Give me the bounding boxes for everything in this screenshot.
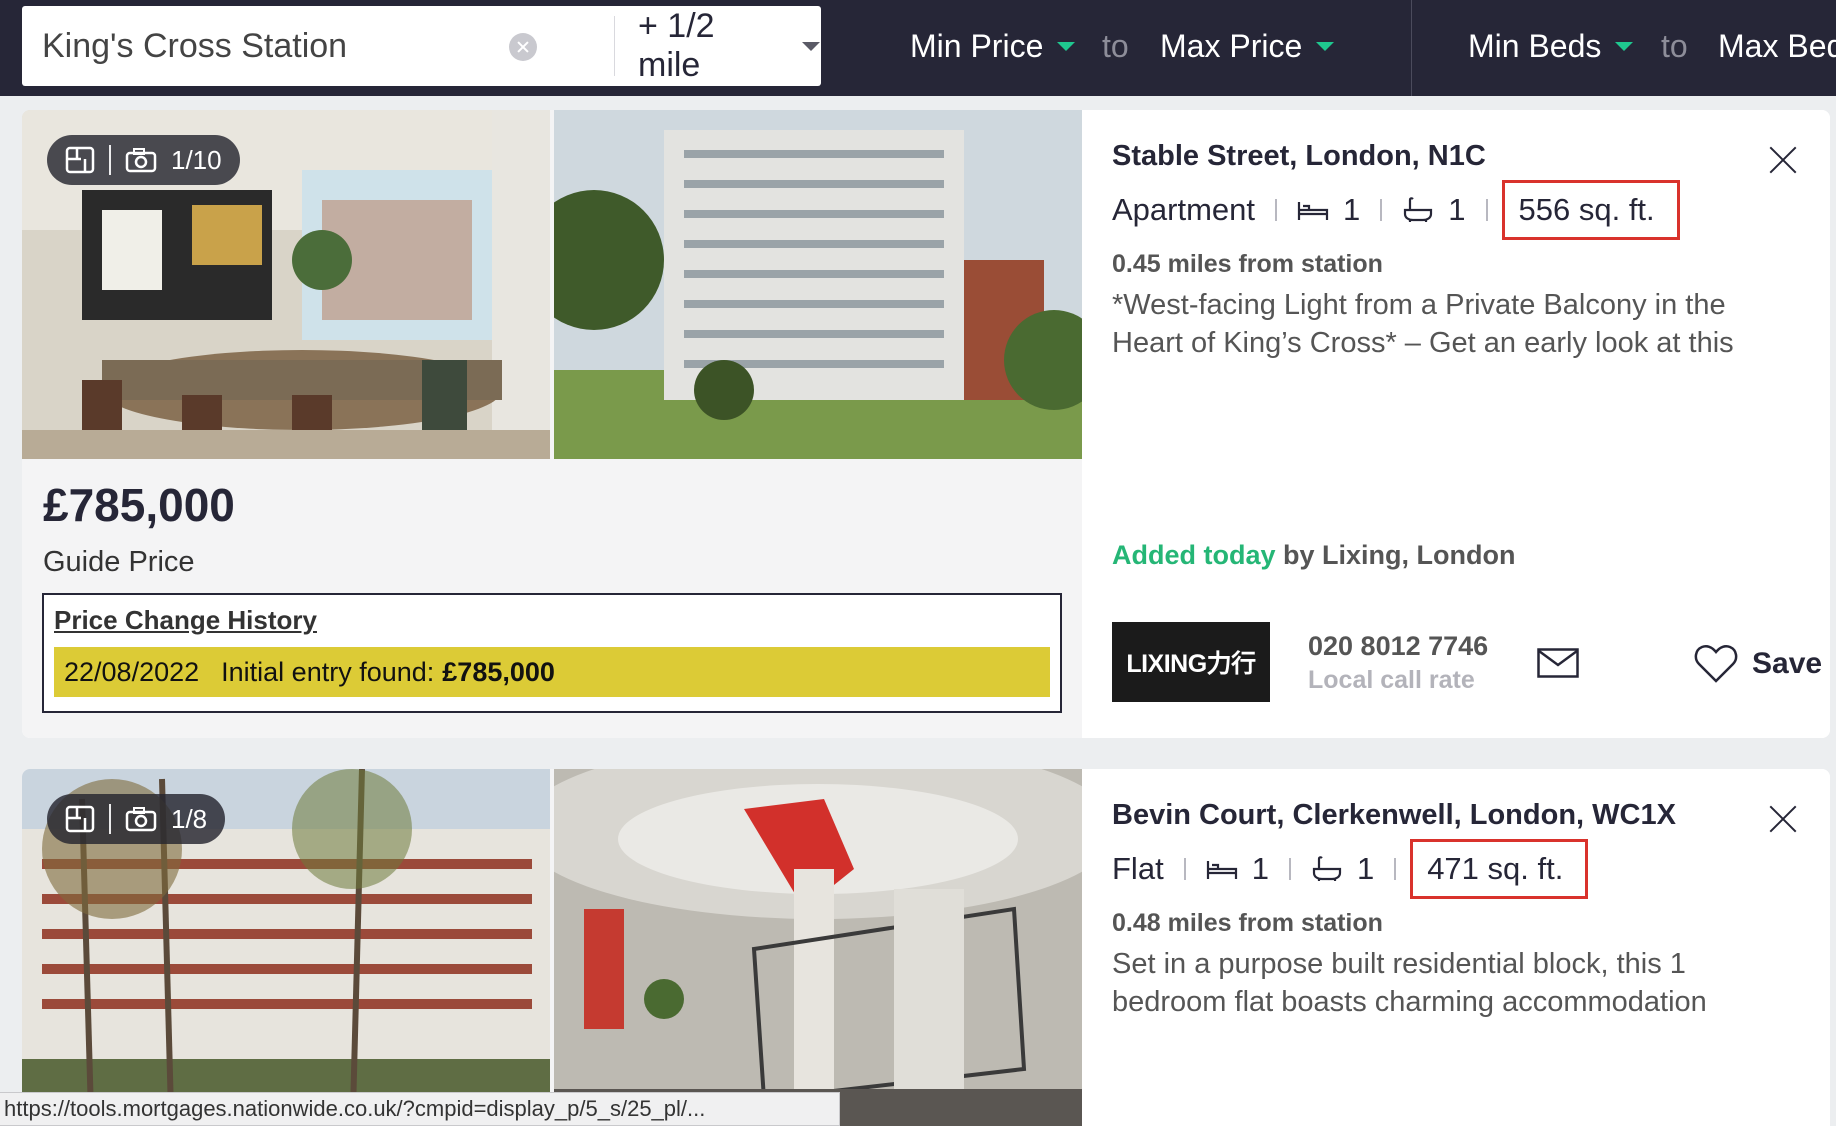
media-badge[interactable]: 1/8 <box>47 794 226 844</box>
radius-select[interactable]: + 1/2 mile <box>620 6 820 86</box>
spec-separator <box>1394 858 1397 880</box>
listing-specs: Apartment 1 1 556 sq. ft. <box>1112 180 1680 240</box>
heart-icon <box>1694 644 1738 683</box>
spec-separator <box>1288 858 1291 880</box>
listing-media-column: 1/10 £785,000 Guide Price Price Change H… <box>22 110 1082 738</box>
max-price-dropdown[interactable]: Max Price <box>1160 24 1335 68</box>
bedroom-count: 1 <box>1251 851 1269 886</box>
distance-from-station: 0.45 miles from station <box>1112 250 1383 278</box>
save-button[interactable]: Save <box>1694 644 1822 684</box>
price-history-row: 22/08/2022 Initial entry found: £785,000 <box>54 647 1050 697</box>
price-history-date: 22/08/2022 <box>64 656 200 687</box>
beds-to-label: to <box>1661 27 1688 64</box>
radius-value: + 1/2 mile <box>638 7 715 84</box>
bathroom-count: 1 <box>1356 851 1375 886</box>
min-price-label: Min Price <box>910 27 1044 64</box>
max-price-label: Max Price <box>1160 27 1303 64</box>
browser-status-url: https://tools.mortgages.nationwide.co.uk… <box>0 1092 840 1126</box>
badge-separator <box>109 145 111 175</box>
mail-icon[interactable] <box>1537 648 1579 678</box>
listing-summary: Set in a purpose built residential block… <box>1112 948 1707 1018</box>
listing-details: Bevin Court, Clerkenwell, London, WC1X F… <box>1082 769 1830 1126</box>
close-icon[interactable] <box>1765 142 1801 178</box>
camera-icon <box>125 807 157 832</box>
property-type: Apartment <box>1112 192 1256 227</box>
floorplan-icon <box>65 805 95 833</box>
min-beds-label: Min Beds <box>1468 27 1602 64</box>
price-history-event: Initial entry found: <box>221 656 435 687</box>
listing-card[interactable]: 1/8 Bevin Court, Clerkenwell, London, WC… <box>22 769 1830 1126</box>
distance-from-station: 0.48 miles from station <box>1112 909 1383 937</box>
bedroom-count: 1 <box>1343 192 1361 227</box>
listing-price: £785,000 <box>43 479 235 531</box>
agent-phone[interactable]: 020 8012 7746 <box>1308 631 1488 662</box>
bath-icon <box>1311 855 1343 883</box>
price-history-title[interactable]: Price Change History <box>54 605 317 636</box>
listing-card[interactable]: 1/10 £785,000 Guide Price Price Change H… <box>22 110 1830 738</box>
listing-photo-exterior[interactable] <box>554 110 1082 459</box>
bathroom-count: 1 <box>1448 192 1466 227</box>
price-qualifier: Guide Price <box>43 546 195 578</box>
search-box: + 1/2 mile <box>22 6 821 86</box>
close-icon[interactable] <box>1765 801 1801 837</box>
agent-name: by Lixing, London <box>1283 540 1516 570</box>
bed-icon <box>1206 855 1238 883</box>
listing-specs: Flat 1 1 471 sq. ft. <box>1112 839 1589 899</box>
chevron-down-icon <box>1316 41 1335 51</box>
listing-photo-interior[interactable] <box>554 769 1082 1126</box>
spec-separator <box>1380 199 1383 221</box>
chevron-down-icon <box>802 41 820 51</box>
listing-photo-interior[interactable]: 1/10 <box>22 110 550 459</box>
listing-summary: *West-facing Light from a Private Balcon… <box>1112 289 1734 359</box>
listing-address[interactable]: Stable Street, London, N1C <box>1112 140 1486 173</box>
price-history-amount: £785,000 <box>442 656 555 687</box>
listing-details: Stable Street, London, N1C Apartment 1 1… <box>1082 110 1830 738</box>
property-type: Flat <box>1112 851 1164 886</box>
chevron-down-icon <box>1615 41 1634 51</box>
listing-photo-exterior[interactable]: 1/8 <box>22 769 550 1126</box>
clear-search-icon[interactable] <box>509 33 537 61</box>
added-info: Added today by Lixing, London <box>1112 540 1516 571</box>
save-label: Save <box>1752 647 1823 680</box>
floor-area: 471 sq. ft. <box>1410 839 1589 899</box>
chevron-down-icon <box>1057 41 1076 51</box>
added-date: Added today <box>1112 540 1276 570</box>
price-to-label: to <box>1102 27 1129 64</box>
floor-area: 556 sq. ft. <box>1501 180 1680 240</box>
bath-icon <box>1402 196 1434 224</box>
min-beds-dropdown[interactable]: Min Beds <box>1468 24 1634 68</box>
agent-logo[interactable]: LIXING力行 <box>1112 622 1270 702</box>
max-beds-dropdown[interactable]: Max Beds <box>1718 24 1836 68</box>
bed-icon <box>1297 196 1329 224</box>
search-divider <box>614 16 615 76</box>
filter-divider <box>1411 0 1412 96</box>
price-history-panel: Price Change History 22/08/2022 Initial … <box>42 593 1062 713</box>
min-price-dropdown[interactable]: Min Price <box>910 24 1076 68</box>
listing-media-column: 1/8 <box>22 769 1082 1126</box>
spec-separator <box>1183 858 1186 880</box>
floorplan-icon <box>65 146 95 174</box>
photo-count: 1/10 <box>171 144 222 175</box>
listing-address[interactable]: Bevin Court, Clerkenwell, London, WC1X <box>1112 799 1676 832</box>
location-search-input[interactable] <box>42 6 482 86</box>
call-rate-label: Local call rate <box>1308 666 1475 694</box>
spec-separator <box>1485 199 1488 221</box>
camera-icon <box>125 148 157 173</box>
media-badge[interactable]: 1/10 <box>47 135 240 185</box>
filter-bar: + 1/2 mile Min Price to Max Price Min Be… <box>0 0 1836 96</box>
spec-separator <box>1275 199 1278 221</box>
badge-separator <box>109 804 111 834</box>
max-beds-label: Max Beds <box>1718 27 1836 64</box>
photo-count: 1/8 <box>171 803 208 834</box>
